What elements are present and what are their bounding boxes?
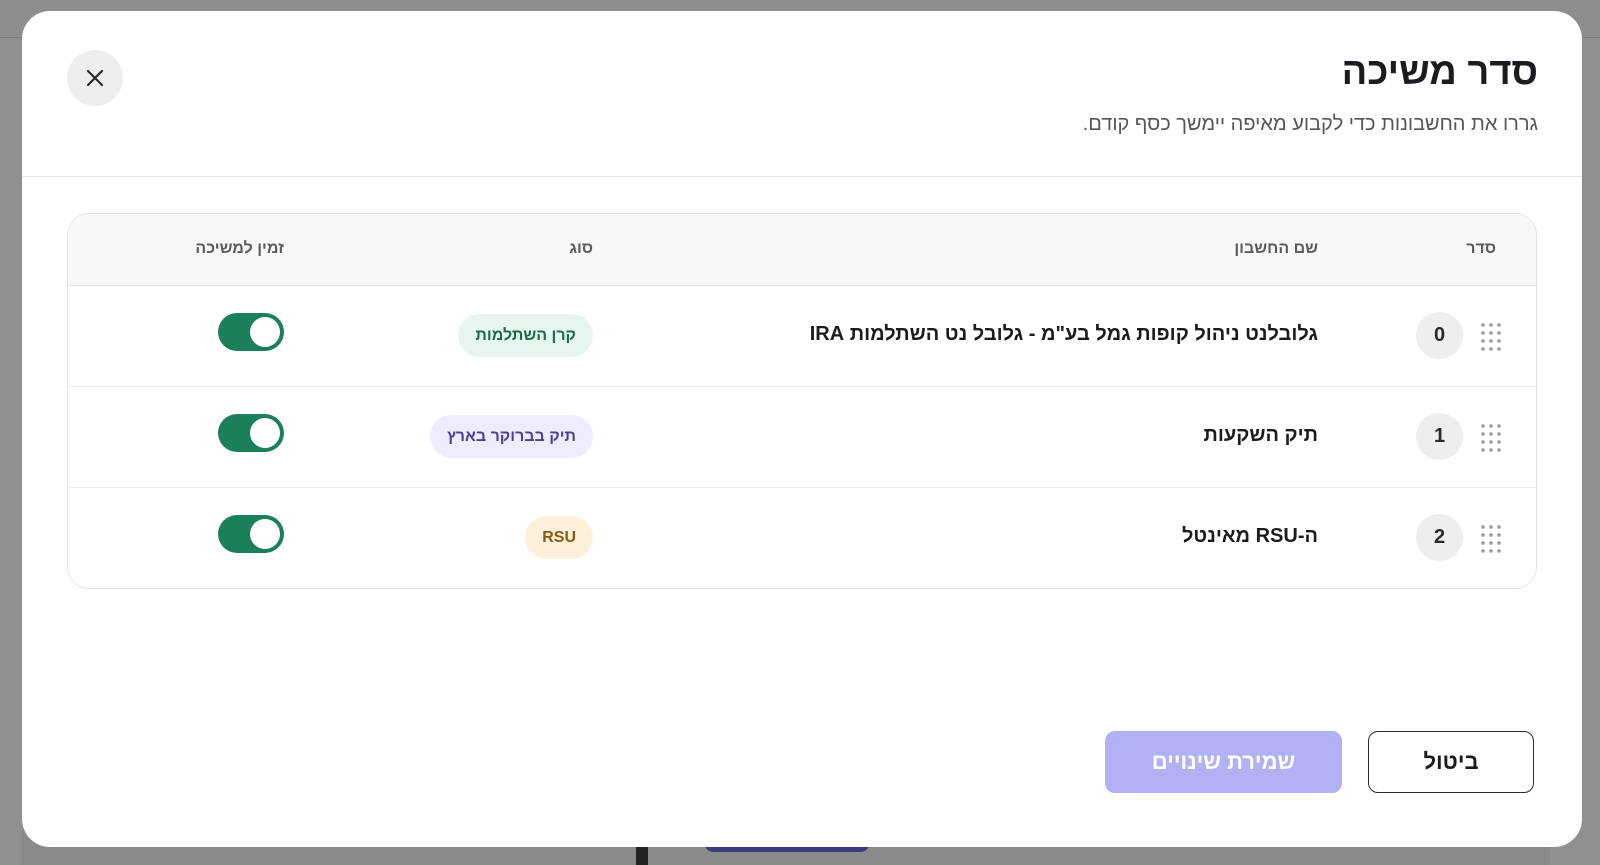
withdrawal-order-modal: סדר משיכה גררו את החשבונות כדי לקבוע מאי… bbox=[22, 11, 1582, 847]
order-number: 2 bbox=[1416, 514, 1463, 561]
withdrawable-toggle[interactable] bbox=[218, 414, 284, 452]
toggle-knob bbox=[250, 519, 280, 549]
modal-header: סדר משיכה גררו את החשבונות כדי לקבוע מאי… bbox=[22, 11, 1582, 177]
save-changes-button[interactable]: שמירת שינויים bbox=[1105, 731, 1342, 793]
order-number: 1 bbox=[1416, 413, 1463, 460]
toggle-knob bbox=[250, 317, 280, 347]
cancel-button[interactable]: ביטול bbox=[1368, 731, 1534, 793]
column-header-withdrawable: זמין למשיכה bbox=[195, 240, 284, 257]
table-row[interactable]: 0 גלובלנט ניהול קופות גמל בע"מ - גלובל נ… bbox=[68, 286, 1536, 387]
account-type-badge: תיק בברוקר בארץ bbox=[429, 415, 593, 458]
column-header-name: שם החשבון bbox=[1234, 240, 1318, 257]
column-header-order: סדר bbox=[1466, 240, 1496, 257]
column-header-type: סוג bbox=[569, 240, 593, 257]
table-row[interactable]: 2 ה-RSU מאינטל RSU bbox=[68, 488, 1536, 588]
accounts-table: סדר שם החשבון סוג זמין למשיכה 0 גלובלנט … bbox=[67, 213, 1537, 589]
drag-handle-icon[interactable] bbox=[1480, 423, 1502, 455]
drag-handle-icon[interactable] bbox=[1480, 322, 1502, 354]
account-name: ה-RSU מאינטל bbox=[1182, 525, 1318, 547]
account-type-badge: RSU bbox=[525, 516, 593, 559]
modal-subtitle: גררו את החשבונות כדי לקבוע מאיפה יימשך כ… bbox=[1082, 113, 1538, 135]
modal-title: סדר משיכה bbox=[1341, 51, 1538, 93]
toggle-knob bbox=[250, 418, 280, 448]
close-icon bbox=[86, 69, 104, 87]
close-button[interactable] bbox=[67, 50, 123, 106]
order-number: 0 bbox=[1416, 312, 1463, 359]
table-row[interactable]: 1 תיק השקעות תיק בברוקר בארץ bbox=[68, 387, 1536, 488]
withdrawable-toggle[interactable] bbox=[218, 313, 284, 351]
background-left-panel bbox=[0, 38, 22, 865]
table-header: סדר שם החשבון סוג זמין למשיכה bbox=[68, 214, 1536, 286]
account-name: גלובלנט ניהול קופות גמל בע"מ - גלובל נט … bbox=[809, 323, 1318, 345]
account-name: תיק השקעות bbox=[1203, 424, 1318, 446]
drag-handle-icon[interactable] bbox=[1480, 524, 1502, 556]
account-type-badge: קרן השתלמות bbox=[458, 314, 593, 357]
withdrawable-toggle[interactable] bbox=[218, 515, 284, 553]
